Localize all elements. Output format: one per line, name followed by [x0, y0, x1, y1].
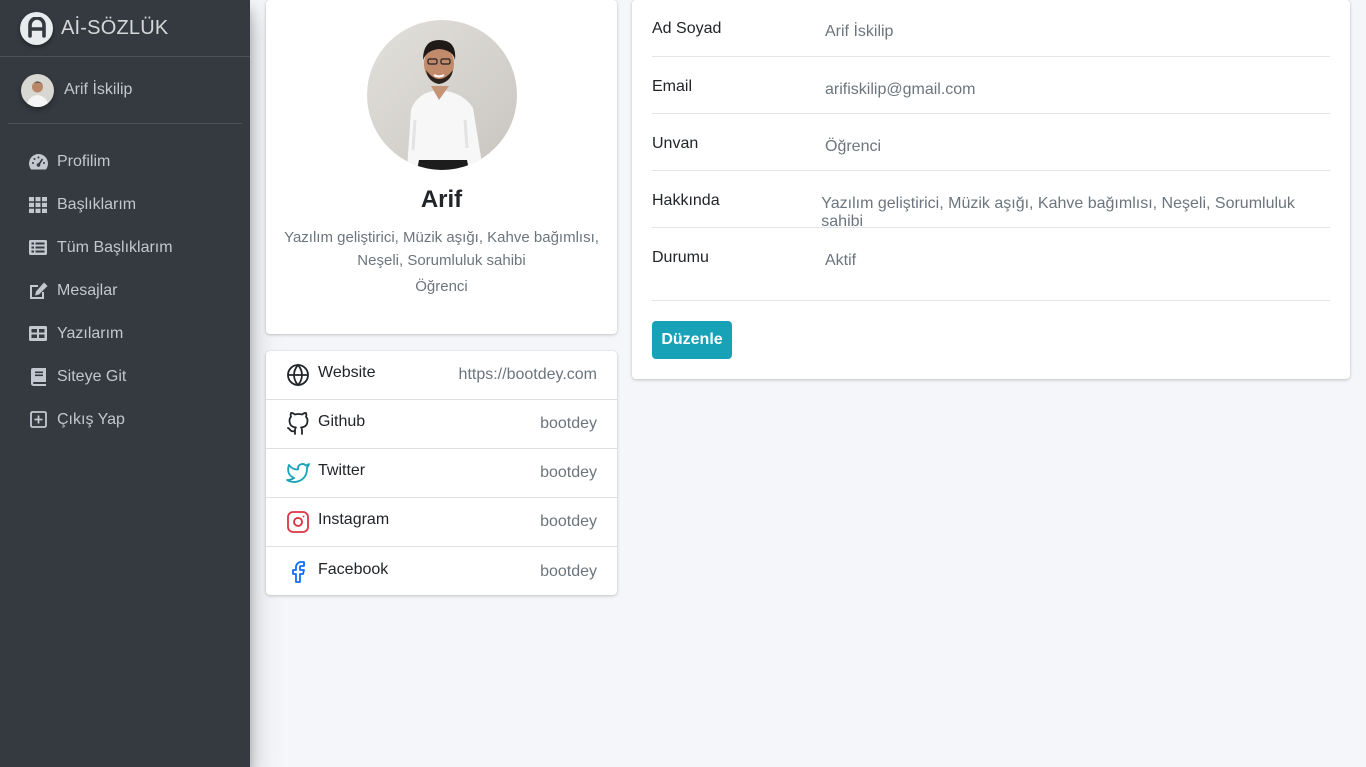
social-row-github[interactable]: Github bootdey	[266, 400, 617, 449]
profile-role: Öğrenci	[415, 278, 468, 295]
user-panel[interactable]: Arif İskilip	[8, 57, 242, 124]
detail-key: Durumu	[652, 249, 709, 266]
book-icon	[27, 367, 49, 387]
sidebar-item-yazilarim[interactable]: Yazılarım	[0, 312, 250, 355]
detail-key: Ad Soyad	[652, 20, 722, 37]
sidebar-item-tum-basliklarim[interactable]: Tüm Başlıklarım	[0, 226, 250, 269]
edit-button[interactable]: Düzenle	[652, 321, 732, 359]
profile-about: Yazılım geliştirici, Müzik aşığı, Kahve …	[284, 229, 599, 269]
sidebar: Aİ-SÖZLÜK Arif İskilip Profilim Başlıkla…	[0, 0, 250, 767]
sidebar-item-basliklarim[interactable]: Başlıklarım	[0, 183, 250, 226]
detail-value: arifiskilip@gmail.com	[825, 81, 976, 98]
grid-icon	[27, 195, 49, 215]
sidebar-item-label: Yazılarım	[57, 324, 124, 342]
social-value: bootdey	[540, 562, 597, 580]
detail-value: Yazılım geliştirici, Müzik aşığı, Kahve …	[821, 195, 1295, 230]
sidebar-item-label: Profilim	[57, 152, 111, 170]
detail-row-title: Unvan Öğrenci	[652, 114, 1330, 171]
edit-icon	[27, 281, 49, 301]
detail-row-about: Hakkında Yazılım geliştirici, Müzik aşığ…	[652, 171, 1330, 230]
detail-value: Öğrenci	[825, 138, 882, 155]
detail-row-status: Durumu Aktif	[652, 228, 1330, 301]
table-icon	[27, 324, 49, 344]
instagram-icon	[286, 510, 310, 534]
detail-value: Arif İskilip	[825, 23, 894, 40]
brand-link[interactable]: Aİ-SÖZLÜK	[0, 0, 250, 57]
social-links-card: Website https://bootdey.com Github bootd…	[266, 351, 617, 595]
detail-key: Unvan	[652, 135, 699, 152]
sidebar-item-label: Siteye Git	[57, 367, 127, 385]
social-row-website[interactable]: Website https://bootdey.com	[266, 351, 617, 400]
sidebar-item-label: Mesajlar	[57, 281, 118, 299]
social-row-instagram[interactable]: Instagram bootdey	[266, 498, 617, 547]
sidebar-item-label: Başlıklarım	[57, 195, 137, 213]
social-label: Website	[318, 364, 376, 381]
social-value: bootdey	[540, 513, 597, 530]
social-label: Instagram	[318, 511, 390, 528]
avatar	[21, 73, 54, 107]
sidebar-item-profilim[interactable]: Profilim	[0, 140, 250, 183]
github-icon	[286, 412, 310, 436]
detail-value: Aktif	[825, 252, 857, 269]
sidebar-item-label: Tüm Başlıklarım	[57, 238, 173, 256]
social-row-twitter[interactable]: Twitter bootdey	[266, 449, 617, 498]
social-label: Twitter	[318, 462, 366, 479]
sidebar-item-label: Çıkış Yap	[57, 410, 125, 428]
profile-card: Arif Yazılım geliştirici, Müzik aşığı, K…	[266, 0, 617, 334]
twitter-icon	[286, 461, 310, 485]
detail-key: Email	[652, 78, 693, 95]
globe-icon	[286, 363, 310, 387]
profile-details-card: Ad Soyad Arif İskilip Email arifiskilip@…	[632, 0, 1350, 379]
social-label: Facebook	[318, 560, 389, 578]
user-name: Arif İskilip	[64, 81, 133, 98]
plus-square-icon	[27, 410, 49, 430]
detail-row-fullname: Ad Soyad Arif İskilip	[652, 0, 1330, 57]
sidebar-item-mesajlar[interactable]: Mesajlar	[0, 269, 250, 312]
brand-logo-icon	[20, 11, 53, 45]
profile-name: Arif	[420, 186, 463, 213]
brand-name: Aİ-SÖZLÜK	[61, 16, 169, 39]
social-value: bootdey	[540, 464, 597, 481]
profile-photo	[366, 20, 517, 170]
social-value: bootdey	[540, 415, 597, 432]
detail-key: Hakkında	[652, 192, 720, 209]
social-value: https://bootdey.com	[458, 366, 597, 383]
sidebar-item-cikis-yap[interactable]: Çıkış Yap	[0, 398, 250, 441]
sidebar-nav: Profilim Başlıklarım Tüm Başlıklarım Mes…	[0, 124, 250, 441]
social-label: Github	[318, 413, 366, 430]
facebook-icon	[286, 560, 310, 584]
detail-row-email: Email arifiskilip@gmail.com	[652, 57, 1330, 114]
social-row-facebook[interactable]: Facebook bootdey	[266, 547, 617, 596]
dashboard-icon	[27, 152, 49, 172]
list-icon	[27, 238, 49, 258]
sidebar-item-siteye-git[interactable]: Siteye Git	[0, 355, 250, 398]
